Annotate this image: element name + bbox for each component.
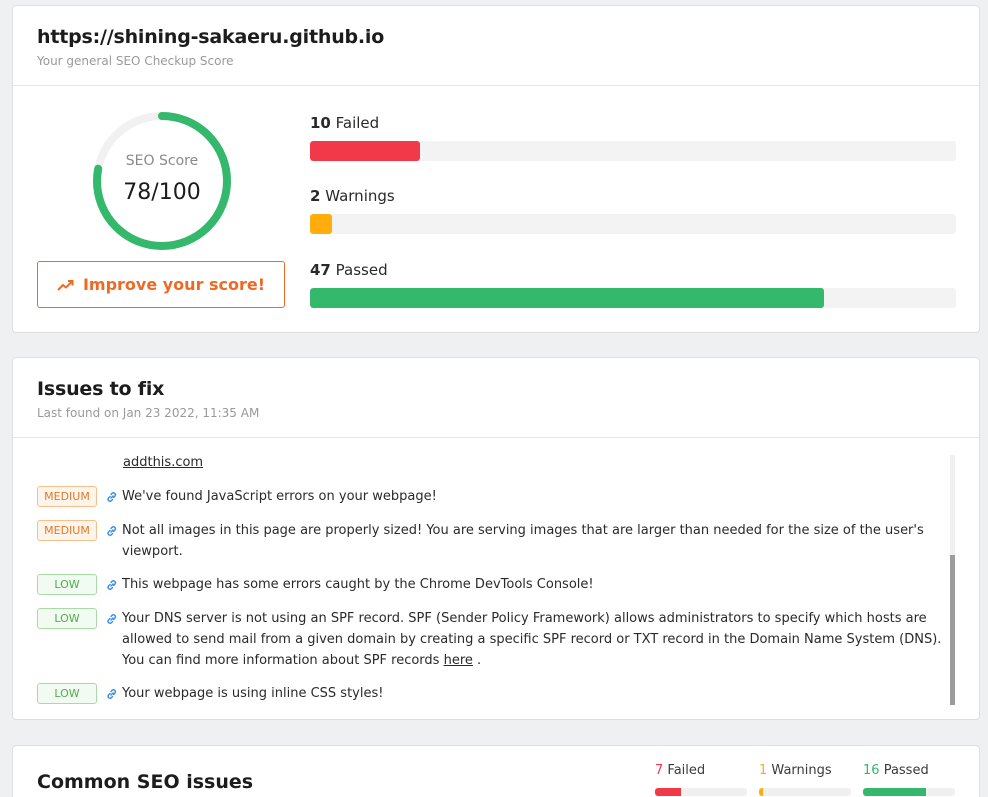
issue-item[interactable]: LOW This webpage has some errors caught … xyxy=(37,574,947,595)
stat-failed-track xyxy=(310,141,956,161)
stat-failed-label: 10 Failed xyxy=(310,114,956,132)
issue-text: Not all images in this page are properly… xyxy=(122,523,924,559)
common-stat-warnings-count: 1 xyxy=(759,763,768,778)
trending-up-icon xyxy=(57,279,74,291)
severity-badge: MEDIUM xyxy=(37,520,97,541)
common-seo-card: Common SEO issues 7 Failed 1 Warnings 16… xyxy=(12,745,980,797)
improve-score-button[interactable]: Improve your score! xyxy=(37,261,285,308)
issues-subtitle: Last found on Jan 23 2022, 11:35 AM xyxy=(37,406,260,420)
issues-list[interactable]: addthis.com MEDIUM We've found JavaScrip… xyxy=(13,439,979,719)
common-stat-passed-text: Passed xyxy=(883,763,929,778)
stat-warnings-text: Warnings xyxy=(325,187,395,205)
severity-badge: LOW xyxy=(37,608,97,629)
common-stat-warnings-fill xyxy=(759,788,763,796)
issues-scrollbar[interactable] xyxy=(950,455,955,705)
link-icon[interactable] xyxy=(105,687,119,701)
stat-warnings-track xyxy=(310,214,956,234)
link-icon[interactable] xyxy=(105,578,119,592)
spf-here-link[interactable]: here xyxy=(444,653,473,668)
stat-passed-text: Passed xyxy=(335,261,388,279)
issues-header: Issues to fix Last found on Jan 23 2022,… xyxy=(13,358,979,438)
common-seo-title: Common SEO issues xyxy=(37,771,254,793)
card-header: https://shining-sakaeru.github.io Your g… xyxy=(13,6,979,86)
common-stat-passed-label: 16 Passed xyxy=(863,763,955,778)
gauge-label: SEO Score xyxy=(125,153,199,169)
issues-title: Issues to fix xyxy=(37,378,165,400)
stat-passed: 47 Passed xyxy=(310,261,956,308)
stat-failed-text: Failed xyxy=(335,114,380,132)
stat-warnings-label: 2 Warnings xyxy=(310,187,956,205)
issue-item[interactable]: LOW Your webpage is using inline CSS sty… xyxy=(37,683,947,704)
common-stat-warnings: 1 Warnings xyxy=(759,763,851,796)
common-stat-failed-fill xyxy=(655,788,681,796)
common-stat-failed-text: Failed xyxy=(667,763,706,778)
issue-text: This webpage has some errors caught by t… xyxy=(122,577,594,592)
common-stat-failed-count: 7 xyxy=(655,763,664,778)
common-stat-warnings-track xyxy=(759,788,851,796)
issue-text: We've found JavaScript errors on your we… xyxy=(122,489,437,504)
stat-warnings: 2 Warnings xyxy=(310,187,956,234)
issues-scrollbar-thumb[interactable] xyxy=(950,555,955,705)
issue-item[interactable]: MEDIUM Not all images in this page are p… xyxy=(37,520,947,562)
issue-item[interactable]: MEDIUM We've found JavaScript errors on … xyxy=(37,486,947,507)
link-icon[interactable] xyxy=(105,490,119,504)
severity-badge: MEDIUM xyxy=(37,486,97,507)
common-stat-passed: 16 Passed xyxy=(863,763,955,796)
link-icon[interactable] xyxy=(105,612,119,626)
stat-failed-fill xyxy=(310,141,420,161)
common-stat-failed-track xyxy=(655,788,747,796)
issues-card: Issues to fix Last found on Jan 23 2022,… xyxy=(12,357,980,720)
stat-passed-track xyxy=(310,288,956,308)
common-stat-passed-fill xyxy=(863,788,926,796)
common-stat-warnings-text: Warnings xyxy=(771,763,832,778)
page-url-title: https://shining-sakaeru.github.io xyxy=(37,26,385,48)
common-stat-failed: 7 Failed xyxy=(655,763,747,796)
stat-warnings-count: 2 xyxy=(310,187,321,205)
addthis-link[interactable]: addthis.com xyxy=(123,455,203,470)
issue-text: Your DNS server is not using an SPF reco… xyxy=(122,608,947,671)
issue-text: Your webpage is using inline CSS styles! xyxy=(122,686,384,701)
improve-score-label: Improve your score! xyxy=(82,275,266,294)
stat-passed-label: 47 Passed xyxy=(310,261,956,279)
seo-score-card: https://shining-sakaeru.github.io Your g… xyxy=(12,5,980,333)
stat-passed-fill xyxy=(310,288,825,308)
gauge-value: 78/100 xyxy=(123,180,201,205)
stat-warnings-fill xyxy=(310,214,332,234)
common-stat-warnings-label: 1 Warnings xyxy=(759,763,851,778)
severity-badge: LOW xyxy=(37,574,97,595)
stat-passed-count: 47 xyxy=(310,261,331,279)
seo-score-gauge: SEO Score 78/100 xyxy=(91,110,233,252)
severity-badge: LOW xyxy=(37,683,97,704)
issue-text-suffix: . xyxy=(472,653,482,668)
card-subtitle: Your general SEO Checkup Score xyxy=(37,54,234,68)
link-icon[interactable] xyxy=(105,524,119,538)
issue-item[interactable]: LOW Your DNS server is not using an SPF … xyxy=(37,608,947,671)
common-stat-passed-track xyxy=(863,788,955,796)
common-stat-failed-label: 7 Failed xyxy=(655,763,747,778)
issue-text-body: Your DNS server is not using an SPF reco… xyxy=(122,611,942,668)
common-stat-passed-count: 16 xyxy=(863,763,880,778)
stat-failed-count: 10 xyxy=(310,114,331,132)
stat-failed: 10 Failed xyxy=(310,114,956,161)
